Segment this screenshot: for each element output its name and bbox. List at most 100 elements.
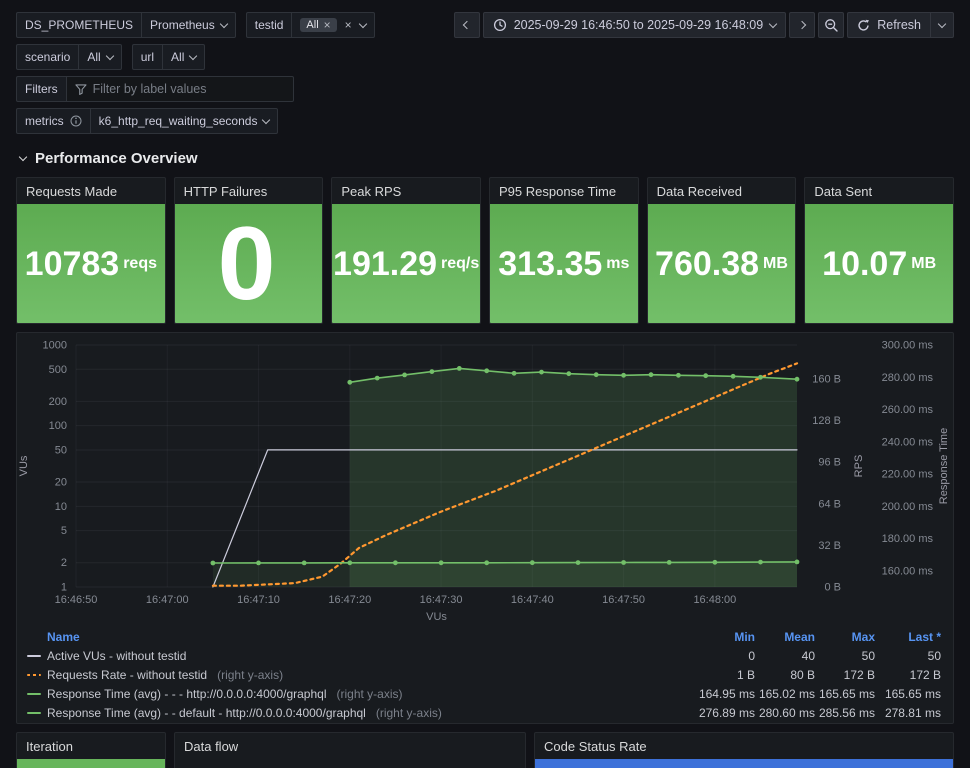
stat-value: 10783 xyxy=(24,244,120,283)
performance-overview-section-toggle[interactable]: Performance Overview xyxy=(0,140,970,177)
svg-text:260.00 ms: 260.00 ms xyxy=(882,404,934,416)
scenario-value: All xyxy=(87,50,101,64)
refresh-icon xyxy=(858,19,870,31)
testid-chip[interactable]: All × xyxy=(300,18,337,32)
legend-max: 165.65 ms xyxy=(818,686,875,701)
chevron-down-icon xyxy=(768,19,778,28)
refresh-controls: Refresh xyxy=(847,12,954,38)
refresh-button[interactable]: Refresh xyxy=(847,12,930,38)
metrics-value: k6_http_req_waiting_seconds xyxy=(98,114,258,128)
stat-value-area: 10.07 MB xyxy=(805,204,953,323)
svg-text:500: 500 xyxy=(49,364,67,376)
refresh-interval-dropdown[interactable] xyxy=(930,12,954,38)
stat-value: 0 xyxy=(217,205,276,322)
series-color-swatch xyxy=(27,692,41,695)
time-range-picker[interactable]: 2025-09-29 16:46:50 to 2025-09-29 16:48:… xyxy=(482,12,787,38)
svg-text:50: 50 xyxy=(55,444,67,456)
legend-column-mean[interactable]: Mean xyxy=(755,627,815,646)
scenario-picker[interactable]: All xyxy=(78,44,122,70)
series-color-swatch xyxy=(27,711,41,714)
stat-panel-data-received: Data Received 760.38 MB xyxy=(646,177,797,324)
legend-min: 164.95 ms xyxy=(698,686,755,701)
metrics-picker[interactable]: k6_http_req_waiting_seconds xyxy=(89,108,279,134)
zoom-out-button[interactable] xyxy=(818,12,845,38)
datasource-picker[interactable]: Prometheus xyxy=(141,12,236,38)
filters-label: Filters xyxy=(16,76,66,102)
clear-selection-icon[interactable]: × xyxy=(345,19,352,31)
time-shift-forward-button[interactable] xyxy=(789,12,816,38)
panel-header[interactable]: P95 Response Time xyxy=(490,178,638,204)
panel-header[interactable]: Data Sent xyxy=(805,178,953,204)
testid-picker[interactable]: All × × xyxy=(291,12,375,38)
time-controls: 2025-09-29 16:46:50 to 2025-09-29 16:48:… xyxy=(453,12,954,38)
filters-variable: Filters xyxy=(16,76,294,102)
legend-mean: 280.60 ms xyxy=(758,705,815,720)
legend-max: 50 xyxy=(861,648,875,663)
panel-header[interactable]: Iteration xyxy=(17,733,165,759)
scenario-variable: scenario All xyxy=(16,44,122,70)
legend-series-toggle[interactable]: Requests Rate - without testid (right y-… xyxy=(27,665,693,684)
svg-text:1: 1 xyxy=(61,582,67,594)
legend-series-toggle[interactable]: Response Time (avg) - - - http://0.0.0.0… xyxy=(27,684,693,703)
legend-last: 50 xyxy=(927,648,941,663)
legend-series-toggle[interactable]: Active VUs - without testid xyxy=(27,646,693,665)
panel-header[interactable]: Requests Made xyxy=(17,178,165,204)
svg-text:240.00 ms: 240.00 ms xyxy=(882,436,934,448)
filter-by-label-input[interactable] xyxy=(92,82,285,96)
stat-value-area: 0 xyxy=(174,204,323,323)
remove-chip-icon[interactable]: × xyxy=(324,19,331,31)
stat-unit: req/s xyxy=(441,254,480,272)
url-picker[interactable]: All xyxy=(162,44,206,70)
dashboard-controls: DS_PROMETHEUS Prometheus testid All × × xyxy=(0,0,970,134)
legend-column-min[interactable]: Min xyxy=(693,627,755,646)
svg-text:20: 20 xyxy=(55,477,67,489)
stat-value-area: 313.35 ms xyxy=(490,204,638,323)
toolbar-row-2: scenario All url All xyxy=(16,44,954,70)
svg-text:16:48:00: 16:48:00 xyxy=(693,594,736,606)
legend-column-name[interactable]: Name xyxy=(27,627,693,646)
svg-text:VUs: VUs xyxy=(426,611,447,623)
series-name: Response Time (avg) - - default - http:/… xyxy=(47,705,366,720)
zoom-out-icon xyxy=(824,18,838,32)
metrics-label-text: metrics xyxy=(25,114,64,128)
datasource-value: Prometheus xyxy=(150,18,215,32)
series-color-swatch xyxy=(27,673,41,676)
datasource-label: DS_PROMETHEUS xyxy=(16,12,142,38)
panel-title: HTTP Failures xyxy=(183,183,268,199)
legend-column-last[interactable]: Last * xyxy=(875,627,941,646)
panel-title: Peak RPS xyxy=(341,183,402,199)
legend-series-toggle[interactable]: Response Time (avg) - - default - http:/… xyxy=(27,703,693,722)
series-color-swatch xyxy=(27,654,41,657)
panel-header[interactable]: Data Received xyxy=(648,178,796,204)
url-variable: url All xyxy=(131,44,206,70)
panel-header[interactable]: Data flow xyxy=(175,733,525,759)
panel-title: Data Sent xyxy=(814,183,873,199)
svg-text:RPS: RPS xyxy=(853,455,865,478)
svg-text:16:47:10: 16:47:10 xyxy=(237,594,280,606)
timeseries-svg[interactable]: 1 2 5 10 20 50 100 200 500 1000 16:46:50 16:47:00 16… xyxy=(17,333,953,625)
iteration-panel: Iteration xyxy=(16,732,166,768)
panel-header[interactable]: Peak RPS xyxy=(332,178,480,204)
legend-max: 172 B xyxy=(843,667,875,682)
svg-text:VUs: VUs xyxy=(18,455,30,476)
legend-row: Active VUs - without testid 0 40 50 50 xyxy=(27,646,941,665)
legend-min: 1 B xyxy=(736,667,755,682)
stat-value: 760.38 xyxy=(655,244,760,283)
svg-text:Response Time: Response Time xyxy=(938,428,950,504)
series-name: Response Time (avg) - - - http://0.0.0.0… xyxy=(47,686,327,701)
datasource-variable: DS_PROMETHEUS Prometheus xyxy=(16,12,236,38)
bottom-panel-body xyxy=(175,759,525,768)
stat-value: 10.07 xyxy=(822,244,908,283)
stat-panel-requests-made: Requests Made 10783 reqs xyxy=(16,177,166,324)
svg-text:32 B: 32 B xyxy=(818,540,841,552)
metrics-label: metrics xyxy=(16,108,90,134)
time-shift-back-button[interactable] xyxy=(453,12,480,38)
panel-header[interactable]: Code Status Rate xyxy=(535,733,953,759)
panel-header[interactable]: HTTP Failures xyxy=(175,178,323,204)
panel-title: Iteration xyxy=(26,738,73,754)
stat-panel-data-sent: Data Sent 10.07 MB xyxy=(804,177,954,324)
svg-text:16:47:50: 16:47:50 xyxy=(602,594,645,606)
url-label: url xyxy=(131,44,163,70)
series-axis-note: (right y-axis) xyxy=(375,705,442,720)
legend-column-max[interactable]: Max xyxy=(815,627,875,646)
